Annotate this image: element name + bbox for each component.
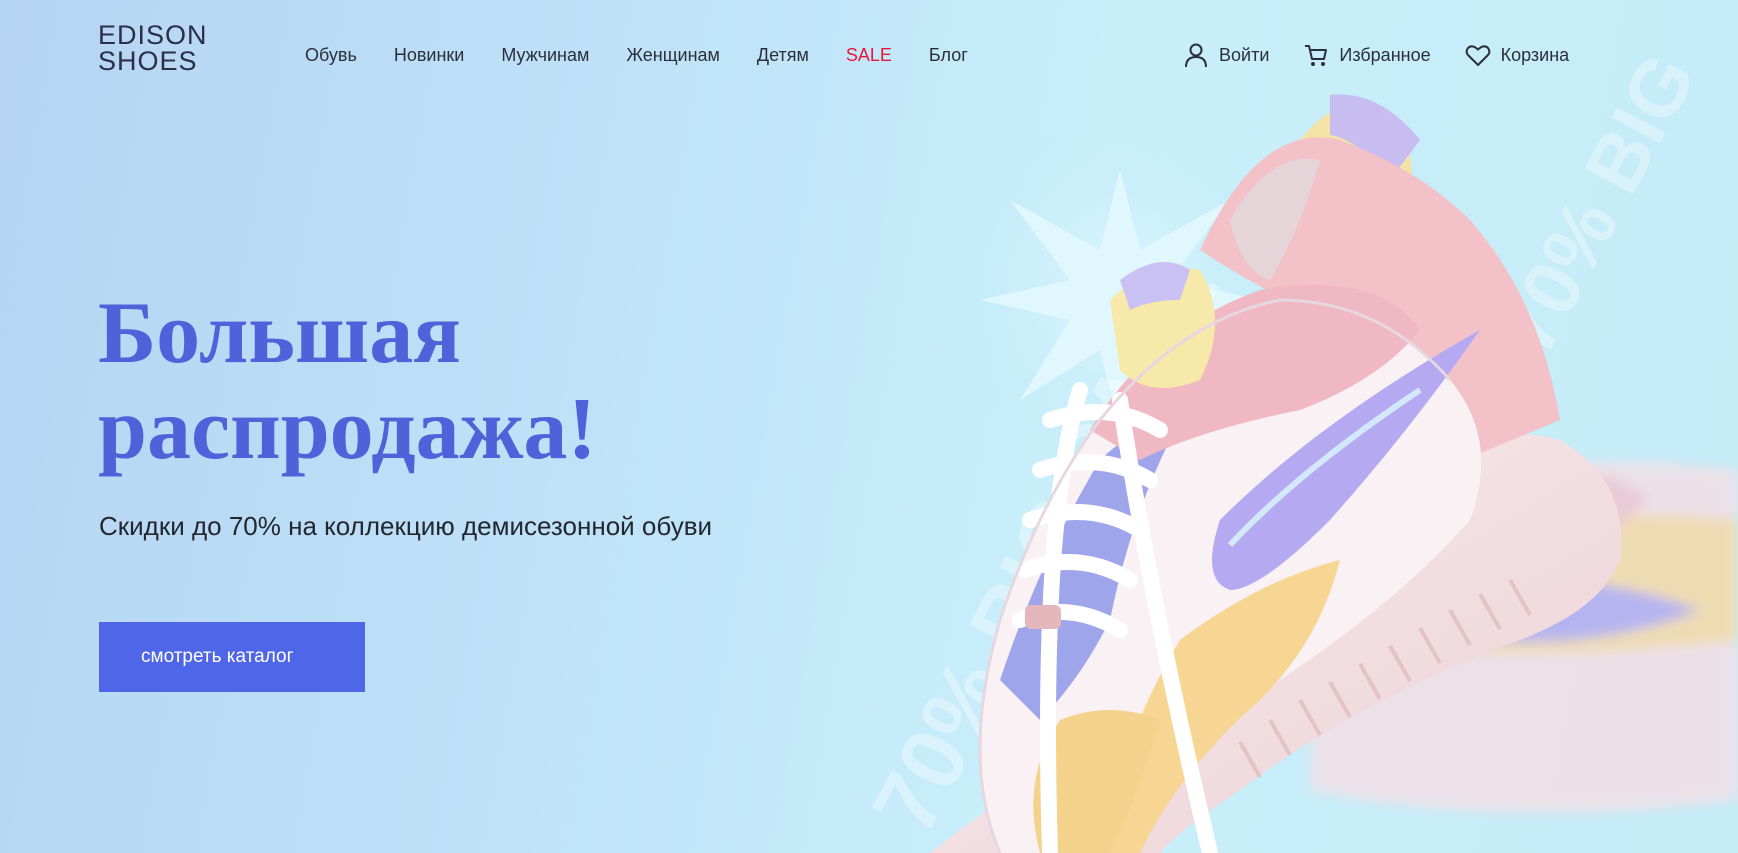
hero-title-line2: распродажа! [98, 381, 597, 478]
cart-link[interactable]: Корзина [1465, 42, 1570, 68]
favorites-label: Избранное [1339, 45, 1431, 65]
user-icon [1185, 43, 1207, 68]
nav-item-blog[interactable]: Блог [929, 44, 968, 66]
cart-icon [1305, 45, 1328, 66]
hero-title: Большая распродажа! [98, 286, 858, 478]
nav-item-new[interactable]: Новинки [394, 44, 465, 66]
login-label: Войти [1219, 45, 1270, 65]
main-navigation: Обувь Новинки Мужчинам Женщинам Детям SA… [305, 44, 1005, 66]
nav-item-kids[interactable]: Детям [757, 44, 809, 66]
nav-item-sale[interactable]: SALE [846, 44, 892, 66]
favorites-link[interactable]: Избранное [1303, 42, 1431, 68]
hero-title-line1: Большая [98, 285, 461, 382]
site-header: EDISON SHOES Обувь Новинки Мужчинам Женщ… [0, 0, 1738, 110]
nav-item-men[interactable]: Мужчинам [501, 44, 589, 66]
user-links: Войти Избранное Корзина [1183, 42, 1569, 68]
heart-icon [1465, 45, 1490, 66]
nav-item-women[interactable]: Женщинам [626, 44, 720, 66]
brand-logo[interactable]: EDISON SHOES [98, 20, 238, 76]
logo-line1: EDISON [98, 20, 208, 50]
nav-item-shoes[interactable]: Обувь [305, 44, 357, 66]
logo-line2: SHOES [98, 46, 198, 76]
cart-label: Корзина [1500, 45, 1570, 65]
login-link[interactable]: Войти [1183, 42, 1269, 68]
view-catalog-button[interactable]: смотреть каталог [99, 622, 365, 692]
hero-subtitle: Скидки до 70% на коллекцию демисезонной … [99, 511, 713, 541]
